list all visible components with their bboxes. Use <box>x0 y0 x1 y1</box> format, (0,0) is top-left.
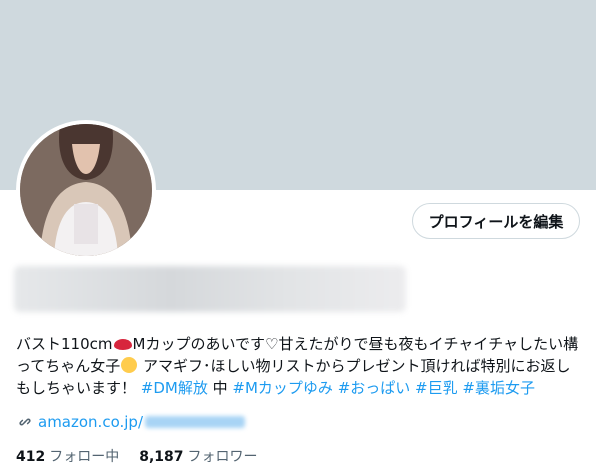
edit-profile-button[interactable]: プロフィールを編集 <box>412 203 580 239</box>
hashtag-uraaka[interactable]: #裏垢女子 <box>462 379 535 397</box>
bio-text-middle: 中 <box>207 379 233 397</box>
following-count: 412 <box>16 449 46 465</box>
profile-page: プロフィールを編集 バスト110cm Mカップのあいです♡甘えたがりで昼も夜もイチ… <box>0 0 596 472</box>
followers-stat[interactable]: 8,187 フォロワー <box>139 446 257 466</box>
followers-label: フォロワー <box>187 449 258 465</box>
hashtag-kyonyu[interactable]: #巨乳 <box>415 379 458 397</box>
hashtag-dm[interactable]: #DM解放 <box>141 379 208 397</box>
hashtag-oppai[interactable]: #おっぱい <box>338 379 411 397</box>
bio-text-1: バスト110cm <box>16 335 113 353</box>
avatar-photo <box>20 124 152 256</box>
profile-avatar[interactable] <box>16 120 156 260</box>
profile-link[interactable]: amazon.co.jp/ <box>16 412 245 432</box>
link-icon <box>19 418 31 426</box>
profile-bio: バスト110cm Mカップのあいです♡甘えたがりで昼も夜もイチャイチャしたい構って… <box>16 333 581 399</box>
followers-count: 8,187 <box>139 449 184 465</box>
avatar-illustration <box>20 124 152 256</box>
smiling-face-icon <box>121 357 138 373</box>
display-name-blurred <box>14 266 406 312</box>
follow-stats: 412 フォロー中 8,187 フォロワー <box>16 446 258 466</box>
link-path-blurred <box>145 416 245 428</box>
link-text[interactable]: amazon.co.jp/ <box>38 413 143 431</box>
hashtag-m-cup[interactable]: #Mカップゆみ <box>232 379 333 397</box>
lips-icon <box>113 339 132 350</box>
following-stat[interactable]: 412 フォロー中 <box>16 446 119 466</box>
following-label: フォロー中 <box>49 449 120 465</box>
